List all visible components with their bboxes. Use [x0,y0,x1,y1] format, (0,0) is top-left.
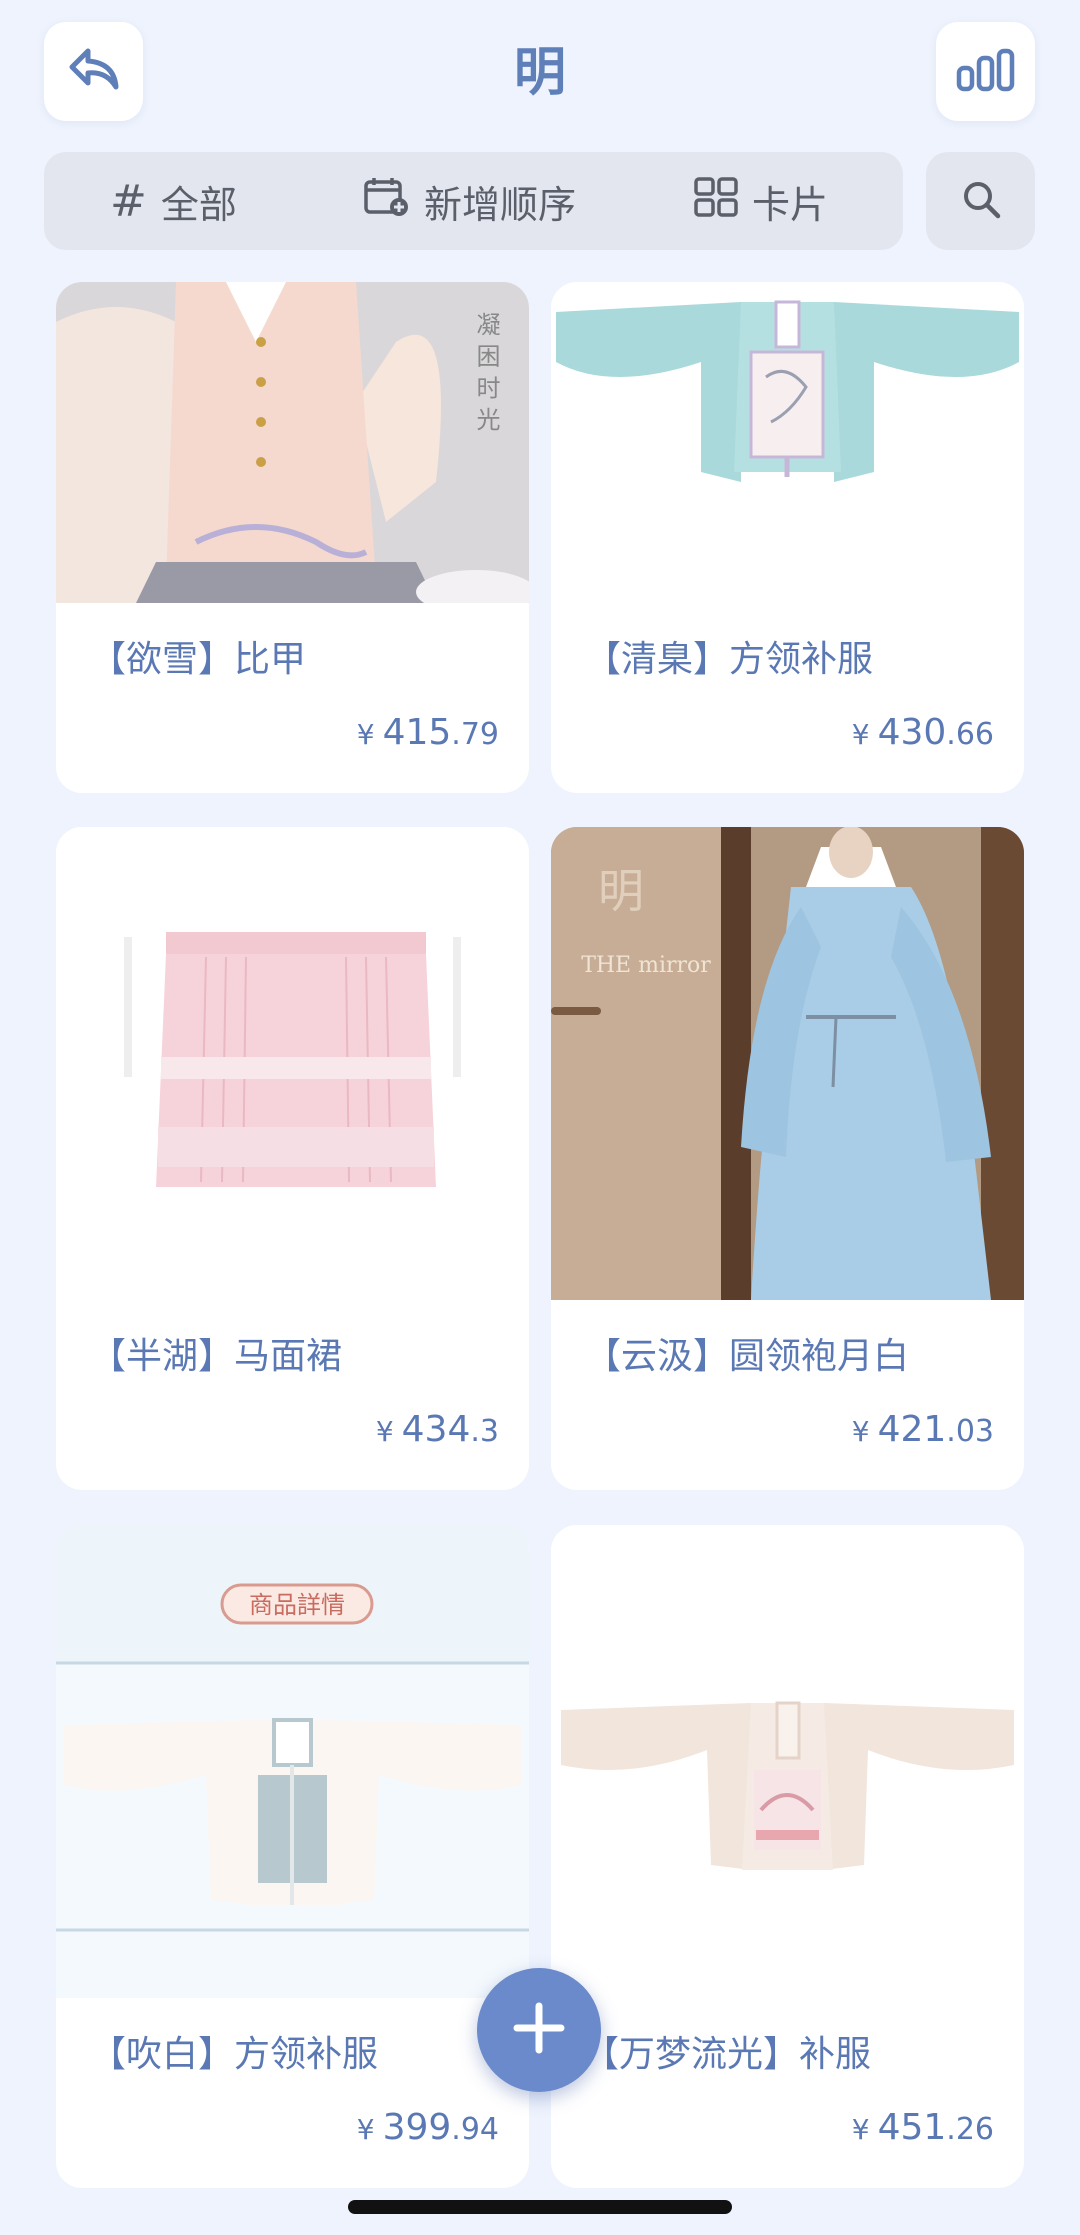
price-integer: 451 [877,2107,947,2148]
product-image [551,282,1024,603]
calendar-add-icon [364,176,410,227]
svg-text:明: 明 [598,864,644,918]
product-price: ¥415.79 [357,712,499,753]
price-decimal: .03 [946,1414,994,1449]
price-integer: 421 [877,1409,947,1450]
home-indicator[interactable] [348,2200,732,2214]
detail-banner-text: 商品詳情 [249,1591,345,1619]
price-decimal: .79 [451,717,499,752]
product-title: 【万梦流光】补服 [583,2034,872,2075]
product-title: 【欲雪】比甲 [90,639,307,680]
price-decimal: .94 [451,2112,499,2147]
currency-symbol: ¥ [375,1415,394,1448]
currency-symbol: ¥ [851,718,870,751]
product-card[interactable]: 【清臬】方领补服 ¥430.66 [551,282,1024,793]
grid-icon [694,176,738,226]
product-title: 【清臬】方领补服 [585,639,874,680]
currency-symbol: ¥ [851,2113,870,2146]
add-item-button[interactable] [477,1968,601,2092]
currency-symbol: ¥ [356,718,375,751]
currency-symbol: ¥ [851,1415,870,1448]
sort-label: 新增顺序 [424,182,577,227]
product-card[interactable]: 【万梦流光】补服 ¥451.26 [551,1525,1024,2188]
search-button[interactable] [926,152,1035,250]
price-integer: 399 [382,2107,452,2148]
product-card[interactable]: 凝 困 时 光 【欲雪】比甲 ¥415.79 [56,282,529,793]
search-icon [960,178,1002,224]
filter-label: 全部 [160,182,237,227]
bar-chart-icon [956,48,1016,96]
product-price: ¥430.66 [852,712,994,753]
price-decimal: .66 [946,717,994,752]
product-image: 明 THE mirror [551,827,1024,1300]
price-integer: 434 [401,1409,471,1450]
mirror-watermark-text: THE mirror [581,953,711,978]
product-title: 【云汲】圆领袍月白 [585,1336,910,1377]
filter-toolbar: # 全部 新增顺序 卡片 [44,152,903,250]
price-decimal: .26 [946,2112,994,2147]
currency-symbol: ¥ [356,2113,375,2146]
sort-order-button[interactable]: 新增顺序 [364,152,576,250]
page-title: 明 [513,43,566,103]
price-integer: 430 [877,712,947,753]
product-price: ¥399.94 [357,2107,499,2148]
price-decimal: .3 [470,1414,499,1449]
product-title: 【半湖】马面裙 [90,1336,343,1377]
statistics-button[interactable] [936,22,1035,121]
product-price: ¥451.26 [852,2107,994,2148]
view-label: 卡片 [752,182,829,227]
plus-icon [511,2000,567,2060]
product-card[interactable]: 明 THE mirror 【云汲】圆领袍月白 ¥421.03 [551,827,1024,1490]
hash-icon: # [110,175,147,227]
price-integer: 415 [382,712,452,753]
product-image [56,827,529,1300]
product-image: 凝 困 时 光 [56,282,529,603]
product-card[interactable]: 【半湖】马面裙 ¥434.3 [56,827,529,1490]
product-price: ¥434.3 [376,1409,499,1450]
product-title: 【吹白】方领补服 [90,2034,379,2075]
view-mode-button[interactable]: 卡片 [694,152,828,250]
product-image: 商品詳情 [56,1525,529,1998]
product-price: ¥421.03 [852,1409,994,1450]
vest-watermark-text: 凝 困 时 光 [472,312,500,431]
product-card[interactable]: 商品詳情 【吹白】方领补服 ¥399.94 [56,1525,529,2188]
filter-all-button[interactable]: # 全部 [110,152,237,250]
product-image [551,1525,1024,1998]
